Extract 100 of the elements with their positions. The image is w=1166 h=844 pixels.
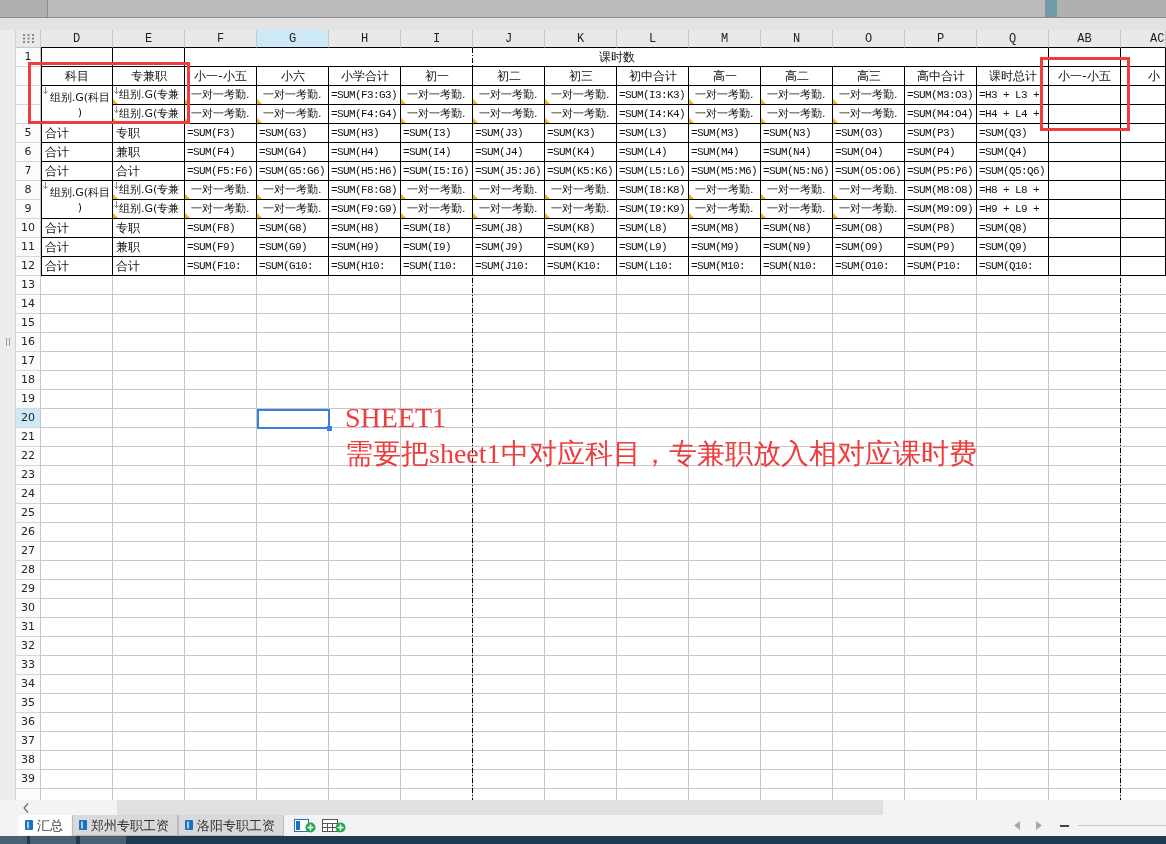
scrollbar-thumb[interactable] — [117, 800, 883, 815]
cell-text: 一对一考勤. — [839, 89, 898, 101]
cell-text: =SUM(F4:G4) — [331, 108, 397, 120]
cell-text: =SUM(Q8) — [979, 222, 1027, 234]
column-header[interactable]: D — [41, 30, 113, 48]
cell-text: 一对一考勤. — [695, 203, 754, 215]
splitter-handle[interactable] — [1046, 0, 1057, 17]
cell-text: =SUM(K8) — [547, 222, 595, 234]
cell-text: =SUM(M4) — [691, 146, 739, 158]
empty-cell — [1121, 238, 1166, 257]
cell-text: =SUM(O8) — [835, 222, 883, 234]
corner-triangle-icon — [473, 194, 478, 199]
cell-text: 组别.G(专兼 — [119, 89, 180, 101]
down-arrow-icon — [43, 182, 48, 189]
column-header[interactable]: F — [185, 30, 257, 48]
cell-text: =SUM(M9) — [691, 241, 739, 253]
corner-triangle-icon — [545, 194, 550, 199]
cell-text: =SUM(H4) — [331, 146, 379, 158]
cell-text: =SUM(F9:G9) — [331, 203, 397, 215]
cell-text: =SUM(G9) — [259, 241, 307, 253]
cell-text: =SUM(G10: — [259, 260, 313, 272]
cell-text: =SUM(F8:G8) — [331, 184, 397, 196]
column-header[interactable]: P — [905, 30, 977, 48]
cell-text: =SUM(I4) — [403, 146, 451, 158]
column-header[interactable]: I — [401, 30, 473, 48]
cell-text: =SUM(I4:K4) — [619, 108, 685, 120]
corner-triangle-icon — [473, 99, 478, 104]
column-header[interactable]: L — [617, 30, 689, 48]
cell-text: =SUM(G3) — [259, 127, 307, 139]
column-header[interactable]: AC — [1121, 30, 1166, 48]
cell-text: 一对一考勤. — [407, 108, 466, 120]
cell-text: =SUM(N8) — [763, 222, 811, 234]
column-header[interactable]: G — [257, 30, 329, 48]
cell-text: =SUM(J8) — [475, 222, 523, 234]
column-header[interactable]: E — [113, 30, 185, 48]
column-title: 小一-小五 — [1058, 69, 1111, 83]
fill-handle[interactable] — [327, 426, 332, 431]
sheet-tab[interactable]: 洛阳专职工资 — [178, 815, 284, 836]
report-icon — [25, 820, 33, 830]
corner-triangle-icon — [761, 118, 766, 123]
resize-grip-icon[interactable] — [5, 338, 10, 346]
grid-plus-icon[interactable] — [322, 818, 346, 833]
cell-text: 一对一考勤. — [407, 89, 466, 101]
triangle-right-icon[interactable] — [1036, 821, 1042, 830]
column-header[interactable]: AB — [1049, 30, 1121, 48]
sheet-tab[interactable]: 汇总 — [18, 815, 72, 836]
corner-triangle-icon — [257, 213, 262, 218]
corner-triangle-icon — [185, 213, 190, 218]
cell-text: =SUM(I8:K8) — [619, 184, 685, 196]
column-header[interactable]: N — [761, 30, 833, 48]
row-header[interactable]: 20 — [16, 409, 40, 428]
empty-cell — [1121, 257, 1166, 276]
cell-text: =SUM(O9) — [835, 241, 883, 253]
cell-text: =SUM(P3) — [907, 127, 955, 139]
empty-cell — [1121, 219, 1166, 238]
empty-cell — [1121, 143, 1166, 162]
sheet-plus-icon[interactable] — [294, 818, 316, 833]
cell-text: =SUM(O3) — [835, 127, 883, 139]
corner-triangle-icon — [185, 99, 190, 104]
cell-text: 组别.G(专兼 — [119, 184, 180, 196]
cell-text: 一对一考勤. — [839, 184, 898, 196]
cell-text: =SUM(Q4) — [979, 146, 1027, 158]
cell-text: 组别.G(专兼 — [119, 108, 180, 120]
cell-text: =SUM(P10: — [907, 260, 961, 272]
sheet-tab[interactable]: 郑州专职工资 — [72, 815, 178, 836]
corner-triangle-icon — [761, 99, 766, 104]
column-title: 小一-小五 — [194, 69, 247, 83]
cell-text: 一对一考勤. — [263, 184, 322, 196]
column-header[interactable]: M — [689, 30, 761, 48]
minus-icon[interactable] — [1060, 824, 1069, 827]
column-header[interactable]: H — [329, 30, 401, 48]
column-header[interactable]: Q — [977, 30, 1049, 48]
cell-text: 一对一考勤. — [479, 89, 538, 101]
selected-cell[interactable] — [257, 409, 330, 429]
corner-triangle-icon — [113, 99, 118, 104]
cell-text: =SUM(M5:M6) — [691, 165, 757, 177]
cell-text: 组别.G(科目) — [48, 184, 112, 215]
cell-text: =SUM(G5:G6) — [259, 165, 325, 177]
corner-triangle-icon — [257, 118, 262, 123]
cell-text: =SUM(K5:K6) — [547, 165, 613, 177]
column-title: 小学合计 — [340, 69, 389, 83]
column-header[interactable]: K — [545, 30, 617, 48]
column-header[interactable]: J — [473, 30, 545, 48]
cell-text: =SUM(O5:O6) — [835, 165, 901, 177]
cell-text: =SUM(J3) — [475, 127, 523, 139]
cell-text: 合计 — [116, 165, 140, 177]
down-arrow-icon — [114, 201, 119, 208]
cell-text: 合计 — [45, 165, 69, 177]
column-header[interactable]: O — [833, 30, 905, 48]
cell-text: 一对一考勤. — [191, 184, 250, 196]
select-all-button[interactable] — [16, 30, 41, 48]
cell-text: 一对一考勤. — [695, 89, 754, 101]
empty-cell — [1121, 181, 1166, 200]
cell-text: 一对一考勤. — [191, 203, 250, 215]
column-title: 初三 — [568, 69, 593, 83]
down-arrow-icon — [114, 106, 119, 113]
cell-text: 一对一考勤. — [839, 108, 898, 120]
triangle-left-icon[interactable] — [1014, 821, 1020, 830]
cell-text: =SUM(L10: — [619, 260, 673, 272]
cell-text: =SUM(H3) — [331, 127, 379, 139]
